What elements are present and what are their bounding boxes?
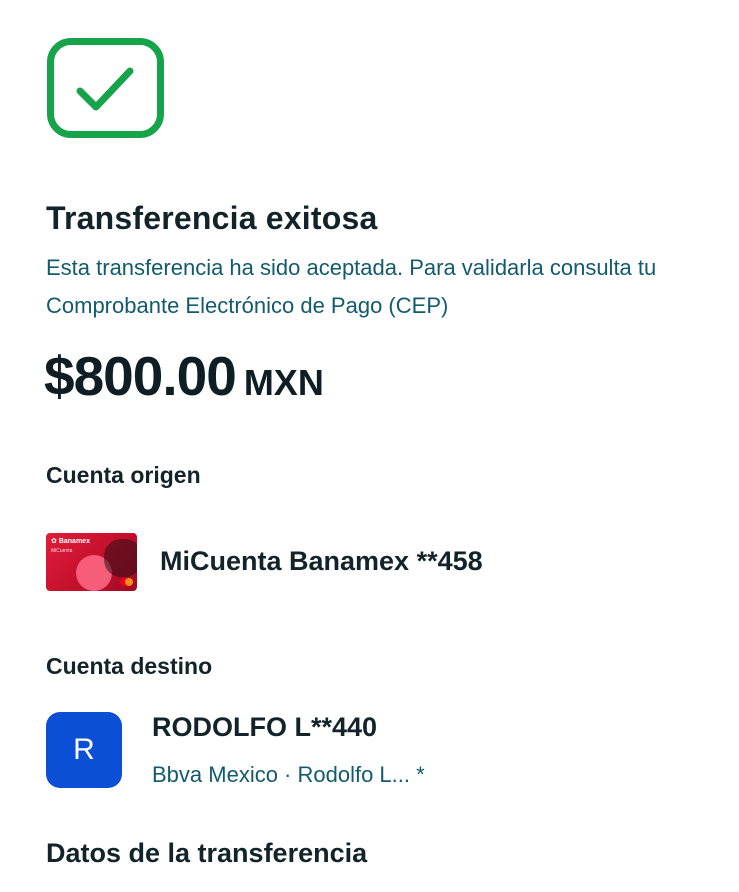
- amount-value: $800.00: [44, 345, 237, 407]
- mastercard-icon: [125, 578, 133, 586]
- origin-account-name: MiCuenta Banamex **458: [160, 546, 483, 576]
- amount-currency: MXN: [243, 362, 324, 403]
- origin-card-image: ✿ Banamex MiCuenta: [46, 533, 137, 591]
- transfer-amount: $800.00 MXN: [44, 344, 324, 408]
- check-icon: [76, 67, 134, 111]
- recipient-bank-detail: Bbva Mexico · Rodolfo L... *: [152, 762, 425, 787]
- transfer-data-section-label: Datos de la transferencia: [46, 838, 368, 868]
- destination-section-label: Cuenta destino: [46, 653, 213, 679]
- recipient-name: RODOLFO L**440: [152, 712, 378, 742]
- recipient-avatar: R: [46, 712, 122, 788]
- origin-section-label: Cuenta origen: [46, 462, 201, 488]
- bank-logo-icon: ✿: [51, 538, 57, 545]
- card-decoration: [104, 539, 137, 577]
- card-product-name: MiCuenta: [51, 548, 73, 554]
- success-check-icon: [47, 38, 164, 138]
- status-message: Esta transferencia ha sido aceptada. Par…: [46, 255, 657, 318]
- page-title: Transferencia exitosa: [46, 200, 378, 236]
- card-brand-logo: ✿ Banamex: [51, 538, 90, 545]
- avatar-initial: R: [73, 733, 95, 766]
